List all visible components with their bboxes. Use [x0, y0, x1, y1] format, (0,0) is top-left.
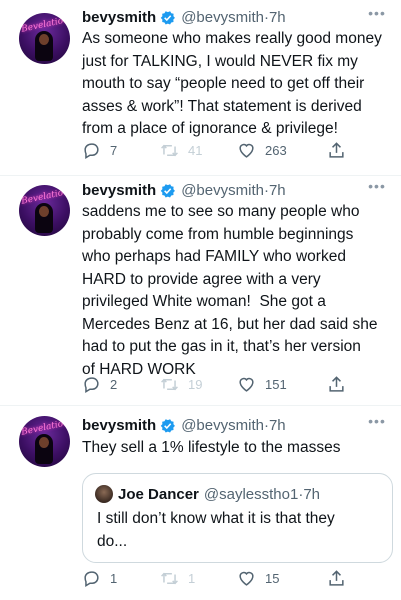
retweet-count: 41 — [188, 142, 203, 158]
verified-badge-icon — [160, 183, 176, 198]
timestamp[interactable]: 7h — [269, 182, 286, 199]
verified-badge-icon — [160, 418, 176, 433]
retweet-button[interactable]: 41 — [160, 138, 202, 162]
quoted-tweet-header: Joe Dancer @saylesstho1 · 7h — [95, 483, 320, 505]
avatar-face — [39, 437, 49, 448]
author-handle[interactable]: @bevysmith — [181, 417, 264, 434]
tweet[interactable]: Bevelations bevysmith @bevysmith · 7h ••… — [0, 0, 401, 176]
avatar[interactable]: Bevelations — [19, 416, 70, 467]
quoted-author-name: Joe Dancer — [118, 485, 199, 503]
tweet-header: bevysmith @bevysmith · 7h — [82, 6, 286, 28]
author-handle[interactable]: @bevysmith — [181, 182, 264, 199]
timestamp[interactable]: 7h — [269, 9, 286, 26]
avatar-face — [39, 34, 49, 45]
reply-count: 2 — [110, 376, 118, 392]
quoted-timestamp: 7h — [303, 485, 321, 503]
tweet-actions: 7 41 263 — [82, 138, 352, 162]
avatar[interactable]: Bevelations — [19, 13, 70, 64]
reply-button[interactable]: 2 — [82, 372, 117, 396]
tweet-actions: 2 19 151 — [82, 372, 352, 396]
retweet-icon — [161, 378, 178, 390]
tweet-text: They sell a 1% lifestyle to the masses — [82, 439, 341, 456]
tweet-text: saddens me to see so many people who pro… — [82, 203, 378, 378]
share-button[interactable] — [327, 138, 346, 162]
author-name[interactable]: bevysmith — [82, 182, 156, 199]
reply-icon — [84, 570, 99, 587]
retweet-count: 1 — [188, 570, 196, 586]
like-count: 15 — [265, 570, 280, 586]
like-button[interactable]: 15 — [237, 566, 279, 590]
reply-button[interactable]: 1 — [82, 566, 117, 590]
quoted-tweet-text: I still don’t know what it is that they … — [97, 510, 335, 550]
share-button[interactable] — [327, 372, 346, 396]
like-button[interactable]: 151 — [237, 372, 287, 396]
reply-count: 7 — [110, 142, 118, 158]
avatar[interactable]: Bevelations — [19, 185, 70, 236]
heart-icon — [239, 571, 254, 586]
tweet-text: As someone who makes really good money j… — [82, 30, 382, 137]
author-handle[interactable]: @bevysmith — [181, 9, 264, 26]
like-count: 151 — [265, 376, 287, 392]
avatar-face — [39, 206, 49, 217]
share-button[interactable] — [327, 566, 346, 590]
heart-icon — [239, 143, 254, 158]
more-options-icon[interactable]: ••• — [367, 6, 387, 27]
like-button[interactable]: 263 — [237, 138, 287, 162]
quoted-tweet[interactable]: Joe Dancer @saylesstho1 · 7h I still don… — [82, 473, 393, 563]
share-icon — [329, 141, 344, 158]
reply-icon — [84, 142, 99, 159]
retweet-count: 19 — [188, 376, 203, 392]
reply-button[interactable]: 7 — [82, 138, 117, 162]
quoted-author-handle: @saylesstho1 — [203, 485, 299, 503]
like-count: 263 — [265, 142, 287, 158]
retweet-icon — [161, 144, 178, 156]
reply-icon — [84, 376, 99, 393]
retweet-button[interactable]: 1 — [160, 566, 195, 590]
tweet-header: bevysmith @bevysmith · 7h — [82, 414, 286, 436]
tweet-header: bevysmith @bevysmith · 7h — [82, 179, 286, 201]
reply-count: 1 — [110, 570, 118, 586]
retweet-button[interactable]: 19 — [160, 372, 202, 396]
more-options-icon[interactable]: ••• — [367, 179, 387, 200]
author-name[interactable]: bevysmith — [82, 417, 156, 434]
heart-icon — [239, 377, 254, 392]
verified-badge-icon — [160, 10, 176, 25]
timestamp[interactable]: 7h — [269, 417, 286, 434]
tweet-actions: 1 1 15 — [82, 566, 352, 590]
quoted-avatar — [95, 485, 113, 503]
share-icon — [329, 569, 344, 586]
author-name[interactable]: bevysmith — [82, 9, 156, 26]
share-icon — [329, 375, 344, 392]
more-options-icon[interactable]: ••• — [367, 414, 387, 435]
retweet-icon — [161, 572, 178, 584]
